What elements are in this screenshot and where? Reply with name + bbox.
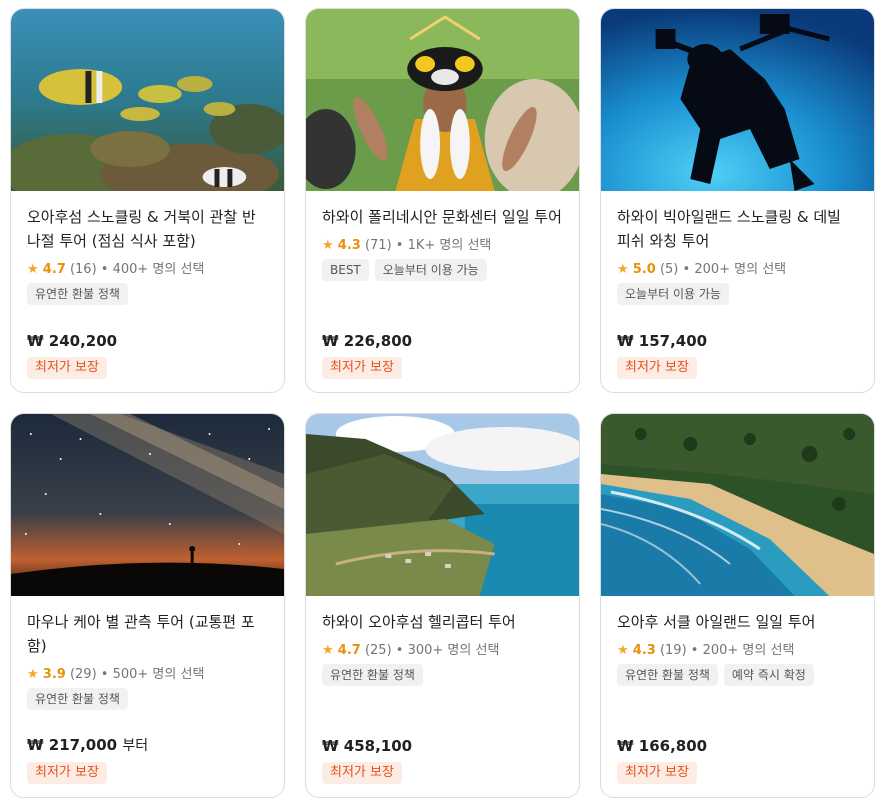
tag-badge: 유연한 환불 정책 xyxy=(322,664,423,686)
lowest-price-badge: 최저가 보장 xyxy=(27,357,107,379)
tour-card[interactable]: 마우나 케아 별 관측 투어 (교통편 포함) ★ 3.9 (29) • 500… xyxy=(10,413,285,798)
price-amount: ₩ 226,800 xyxy=(322,332,413,350)
tour-card[interactable]: 오아후 서클 아일랜드 일일 투어 ★ 4.3 (19) • 200+ 명의 선… xyxy=(600,413,875,798)
tag-badge: 예약 즉시 확정 xyxy=(723,664,814,686)
star-icon: ★ xyxy=(322,643,334,658)
tag-list: 오늘부터 이용 가능 xyxy=(617,283,858,305)
price: ₩ 217,000 부터 xyxy=(27,735,148,755)
rating-score: 4.7 xyxy=(42,262,66,277)
price: ₩ 226,800 xyxy=(322,332,412,350)
rating-row: ★ 4.3 (19) • 200+ 명의 선택 xyxy=(617,643,795,658)
tag-badge: 오늘부터 이용 가능 xyxy=(374,259,487,281)
tag-list: 유연한 환불 정책 xyxy=(322,664,563,686)
price-area: ₩ 240,200 최저가 보장 xyxy=(27,332,117,379)
tour-thumbnail-diver[interactable] xyxy=(601,9,874,191)
tour-title[interactable]: 하와이 빅아일랜드 스노클링 & 데빌 피쉬 와칭 투어 xyxy=(617,205,858,253)
tag-list: BEST 오늘부터 이용 가능 xyxy=(322,259,563,281)
tag-badge: 오늘부터 이용 가능 xyxy=(617,283,729,305)
tour-card[interactable]: 오아후섬 스노클링 & 거북이 관찰 반나절 투어 (점심 식사 포함) ★ 4… xyxy=(10,8,285,393)
tour-card-grid: 오아후섬 스노클링 & 거북이 관찰 반나절 투어 (점심 식사 포함) ★ 4… xyxy=(10,8,875,798)
lowest-price-badge: 최저가 보장 xyxy=(617,357,697,379)
rating-score: 5.0 xyxy=(632,262,656,277)
participant-count: 1K+ 명의 선택 xyxy=(407,238,492,253)
rating-score: 4.3 xyxy=(632,643,656,658)
rating-row: ★ 4.7 (16) • 400+ 명의 선택 xyxy=(27,262,205,277)
price-area: ₩ 226,800 최저가 보장 xyxy=(322,332,412,379)
tour-title[interactable]: 하와이 오아후섬 헬리콥터 투어 xyxy=(322,610,563,634)
price-amount: ₩ 217,000 xyxy=(27,736,118,754)
tag-list: 유연한 환불 정책 예약 즉시 확정 xyxy=(617,664,858,686)
tag-badge: 유연한 환불 정책 xyxy=(27,283,128,305)
rating-score: 3.9 xyxy=(42,667,66,682)
review-count: (19) xyxy=(659,643,687,658)
lowest-price-badge: 최저가 보장 xyxy=(617,762,697,784)
price-area: ₩ 217,000 부터 최저가 보장 xyxy=(27,735,148,784)
tour-card[interactable]: 하와이 빅아일랜드 스노클링 & 데빌 피쉬 와칭 투어 ★ 5.0 (5) •… xyxy=(600,8,875,393)
tour-title[interactable]: 마우나 케아 별 관측 투어 (교통편 포함) xyxy=(27,610,268,658)
review-count: (29) xyxy=(69,667,97,682)
price: ₩ 458,100 xyxy=(322,737,412,755)
star-icon: ★ xyxy=(617,643,629,658)
price-suffix: 부터 xyxy=(122,738,149,754)
lowest-price-badge: 최저가 보장 xyxy=(322,357,402,379)
rating-row: ★ 3.9 (29) • 500+ 명의 선택 xyxy=(27,667,205,682)
price: ₩ 240,200 xyxy=(27,332,117,350)
tour-thumbnail-aerial-beach[interactable] xyxy=(601,414,874,596)
star-icon: ★ xyxy=(617,262,629,277)
tour-thumbnail-underwater[interactable] xyxy=(11,9,284,191)
tour-card[interactable]: 하와이 오아후섬 헬리콥터 투어 ★ 4.7 (25) • 300+ 명의 선택… xyxy=(305,413,580,798)
star-icon: ★ xyxy=(27,262,39,277)
tag-badge: 유연한 환불 정책 xyxy=(617,664,718,686)
price: ₩ 157,400 xyxy=(617,332,707,350)
tag-badge: 유연한 환불 정책 xyxy=(27,688,128,710)
participant-count: 400+ 명의 선택 xyxy=(112,262,205,277)
lowest-price-badge: 최저가 보장 xyxy=(27,762,107,784)
price-amount: ₩ 240,200 xyxy=(27,332,118,350)
tour-title[interactable]: 하와이 폴리네시안 문화센터 일일 투어 xyxy=(322,205,563,229)
tag-list: 유연한 환불 정책 xyxy=(27,688,268,710)
rating-score: 4.3 xyxy=(337,238,361,253)
review-count: (5) xyxy=(659,262,679,277)
star-icon: ★ xyxy=(27,667,39,682)
price-area: ₩ 157,400 최저가 보장 xyxy=(617,332,707,379)
price-amount: ₩ 166,800 xyxy=(617,737,708,755)
tour-title[interactable]: 오아후섬 스노클링 & 거북이 관찰 반나절 투어 (점심 식사 포함) xyxy=(27,205,268,253)
participant-count: 200+ 명의 선택 xyxy=(702,643,795,658)
review-count: (71) xyxy=(364,238,392,253)
rating-score: 4.7 xyxy=(337,643,361,658)
participant-count: 300+ 명의 선택 xyxy=(407,643,500,658)
star-icon: ★ xyxy=(322,238,334,253)
price-area: ₩ 458,100 최저가 보장 xyxy=(322,737,412,784)
price: ₩ 166,800 xyxy=(617,737,707,755)
tour-thumbnail-aerial-coast[interactable] xyxy=(306,414,579,596)
review-count: (25) xyxy=(364,643,392,658)
rating-row: ★ 5.0 (5) • 200+ 명의 선택 xyxy=(617,262,787,277)
tour-card[interactable]: 하와이 폴리네시안 문화센터 일일 투어 ★ 4.3 (71) • 1K+ 명의… xyxy=(305,8,580,393)
rating-row: ★ 4.7 (25) • 300+ 명의 선택 xyxy=(322,643,500,658)
price-area: ₩ 166,800 최저가 보장 xyxy=(617,737,707,784)
participant-count: 500+ 명의 선택 xyxy=(112,667,205,682)
tour-title[interactable]: 오아후 서클 아일랜드 일일 투어 xyxy=(617,610,858,634)
participant-count: 200+ 명의 선택 xyxy=(694,262,787,277)
rating-row: ★ 4.3 (71) • 1K+ 명의 선택 xyxy=(322,238,492,253)
tour-thumbnail-night-sky[interactable] xyxy=(11,414,284,596)
price-amount: ₩ 157,400 xyxy=(617,332,708,350)
price-amount: ₩ 458,100 xyxy=(322,737,413,755)
tour-thumbnail-dancer[interactable] xyxy=(306,9,579,191)
review-count: (16) xyxy=(69,262,97,277)
tag-badge: BEST xyxy=(322,259,369,281)
lowest-price-badge: 최저가 보장 xyxy=(322,762,402,784)
tag-list: 유연한 환불 정책 xyxy=(27,283,268,305)
